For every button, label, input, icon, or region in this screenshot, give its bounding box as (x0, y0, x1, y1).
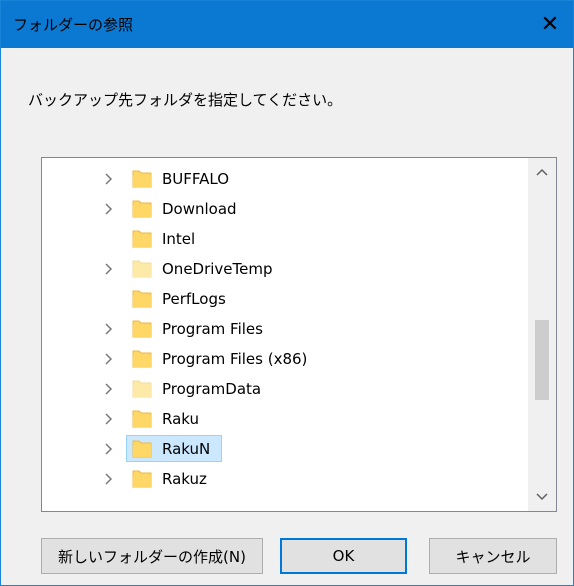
chevron-right-icon[interactable] (102, 261, 116, 277)
tree-item[interactable]: Download (42, 194, 528, 224)
tree-item[interactable]: BUFFALO (42, 164, 528, 194)
tree-item[interactable]: Rakuz (42, 464, 528, 494)
tree-item-label: OneDriveTemp (162, 260, 273, 278)
folder-icon (132, 380, 152, 398)
close-icon: ✕ (540, 12, 560, 37)
tree-item-label: Program Files (x86) (162, 350, 308, 368)
folder-browse-dialog: フォルダーの参照 ✕ バックアップ先フォルダを指定してください。 Rakuz Ra… (0, 0, 574, 586)
folder-icon (132, 170, 152, 188)
ok-button[interactable]: OK (280, 538, 407, 574)
close-button[interactable]: ✕ (527, 1, 573, 48)
instruction-text: バックアップ先フォルダを指定してください。 (28, 91, 343, 109)
chevron-right-icon[interactable] (102, 351, 116, 367)
folder-icon (132, 350, 152, 368)
chevron-right-icon[interactable] (102, 201, 116, 217)
folder-icon (132, 230, 152, 248)
tree-item[interactable]: RakuN (42, 434, 528, 464)
scroll-down-arrow-icon (536, 493, 548, 501)
tree-item-label: ProgramData (162, 380, 262, 398)
scroll-down-button[interactable] (528, 483, 556, 511)
tree-item[interactable]: Program Files (x86) (42, 344, 528, 374)
tree-item[interactable]: ProgramData (42, 374, 528, 404)
new-folder-button[interactable]: 新しいフォルダーの作成(N) (41, 538, 263, 574)
tree-item-label: RakuN (162, 440, 211, 458)
scrollbar-thumb[interactable] (535, 320, 549, 400)
chevron-right-icon[interactable] (102, 441, 116, 457)
window-title: フォルダーの参照 (13, 16, 134, 34)
folder-tree[interactable]: Rakuz RakuN Raku ProgramData Program Files (… (41, 157, 557, 512)
tree-item[interactable]: Program Files (42, 314, 528, 344)
folder-icon (132, 470, 152, 488)
tree-item-label: Download (162, 200, 237, 218)
folder-icon (132, 260, 152, 278)
chevron-right-icon[interactable] (102, 471, 116, 487)
tree-item-label: Rakuz (162, 470, 207, 488)
cancel-button[interactable]: キャンセル (429, 538, 557, 574)
vertical-scrollbar[interactable] (528, 158, 556, 511)
tree-item-label: PerfLogs (162, 290, 226, 308)
folder-icon (132, 410, 152, 428)
tree-item[interactable]: OneDriveTemp (42, 254, 528, 284)
chevron-right-icon[interactable] (102, 171, 116, 187)
tree-item[interactable]: PerfLogs (42, 284, 528, 314)
chevron-right-icon[interactable] (102, 411, 116, 427)
tree-item-label: Raku (162, 410, 200, 428)
scroll-up-arrow-icon (536, 168, 548, 176)
folder-icon (132, 440, 152, 458)
title-bar: フォルダーの参照 ✕ (1, 1, 573, 48)
tree-item-label: Program Files (162, 320, 263, 338)
tree-item-label: Intel (162, 230, 196, 248)
chevron-right-icon[interactable] (102, 381, 116, 397)
folder-icon (132, 320, 152, 338)
folder-icon (132, 200, 152, 218)
tree-item-label: BUFFALO (162, 170, 230, 188)
folder-icon (132, 290, 152, 308)
scroll-up-button[interactable] (528, 158, 556, 186)
tree-item[interactable]: Intel (42, 224, 528, 254)
chevron-right-icon[interactable] (102, 321, 116, 337)
tree-item[interactable]: Raku (42, 404, 528, 434)
